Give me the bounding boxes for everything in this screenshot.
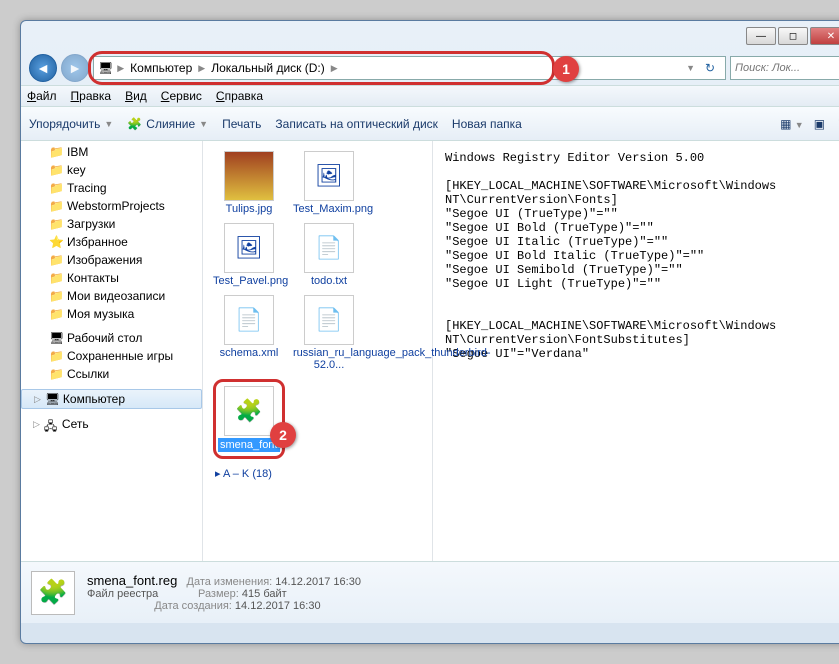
reg-icon: 🧩: [31, 571, 75, 615]
folder-icon: 📁: [49, 199, 63, 213]
newfolder-button[interactable]: Новая папка: [452, 117, 522, 131]
chevron-right-icon: ▶: [117, 63, 124, 74]
image-icon: 🖼: [224, 223, 274, 273]
details-pane: 🧩 smena_font.reg Дата изменения: 14.12.2…: [21, 561, 839, 623]
network-icon: 🖧: [44, 417, 58, 431]
menu-bar: Файл Правка Вид Сервис Справка: [21, 85, 839, 107]
image-icon: 🖼: [304, 151, 354, 201]
folder-icon: 📁: [49, 349, 63, 363]
tree-item[interactable]: 📁Ссылки: [21, 365, 202, 383]
merge-button[interactable]: 🧩Слияние ▼: [127, 117, 208, 131]
organize-button[interactable]: Упорядочить ▼: [29, 117, 113, 131]
close-button[interactable]: ✕: [810, 27, 839, 45]
merge-icon: 🧩: [127, 117, 142, 131]
search-input[interactable]: [730, 56, 839, 80]
content-area: 📁IBM 📁key 📁Tracing 📁WebstormProjects 📁За…: [21, 141, 839, 561]
tree-network[interactable]: ▷ 🖧Сеть: [21, 415, 202, 433]
folder-icon: 📁: [49, 307, 63, 321]
breadcrumb-disk[interactable]: Локальный диск (D:): [209, 61, 327, 75]
forward-button[interactable]: ►: [61, 54, 89, 82]
menu-file[interactable]: Файл: [27, 89, 57, 103]
nav-tree[interactable]: 📁IBM 📁key 📁Tracing 📁WebstormProjects 📁За…: [21, 141, 203, 561]
tree-item[interactable]: 📁Контакты: [21, 269, 202, 287]
tree-item[interactable]: 📁Изображения: [21, 251, 202, 269]
tree-item[interactable]: 📁IBM: [21, 143, 202, 161]
address-bar[interactable]: 🖥 ▶ Компьютер ▶ Локальный диск (D:) ▶ 1 …: [93, 56, 726, 80]
file-item[interactable]: 📄schema.xml: [213, 295, 285, 371]
folder-icon: 📁: [49, 289, 63, 303]
folder-icon: 📁: [49, 163, 63, 177]
menu-help[interactable]: Справка: [216, 89, 263, 103]
view-options-button[interactable]: ▦ ▼: [780, 117, 804, 131]
callout-1: 1: [553, 56, 579, 82]
computer-icon: 🖥: [98, 61, 113, 75]
tree-item[interactable]: 📁Моя музыка: [21, 305, 202, 323]
reg-icon: 🧩: [224, 386, 274, 436]
tree-item[interactable]: ⭐Избранное: [21, 233, 202, 251]
tree-item[interactable]: 📁key: [21, 161, 202, 179]
chevron-right-icon: ▶: [331, 63, 338, 74]
tree-item[interactable]: 📁WebstormProjects: [21, 197, 202, 215]
file-item[interactable]: Tulips.jpg: [213, 151, 285, 215]
folder-icon: 📁: [49, 181, 63, 195]
tree-item[interactable]: 📁Tracing: [21, 179, 202, 197]
titlebar[interactable]: — ◻ ✕: [21, 21, 839, 51]
tree-item[interactable]: 📁Загрузки: [21, 215, 202, 233]
back-button[interactable]: ◄: [29, 54, 57, 82]
file-item[interactable]: 🖼Test_Maxim.png: [293, 151, 365, 215]
explorer-window: — ◻ ✕ ◄ ► 🖥 ▶ Компьютер ▶ Локальный диск…: [20, 20, 839, 644]
tree-computer[interactable]: ▷ 🖥Компьютер: [21, 389, 202, 409]
menu-edit[interactable]: Правка: [71, 89, 112, 103]
nav-bar: ◄ ► 🖥 ▶ Компьютер ▶ Локальный диск (D:) …: [21, 51, 839, 85]
help-button[interactable]: ❔: [835, 117, 839, 131]
folder-icon: 📁: [49, 253, 63, 267]
file-item[interactable]: 🖼Test_Pavel.png: [213, 223, 285, 287]
refresh-button[interactable]: ↻: [699, 61, 721, 75]
star-icon: ⭐: [49, 235, 63, 249]
file-item[interactable]: 📄russian_ru_language_pack_thunderbird-52…: [293, 295, 365, 371]
minimize-button[interactable]: —: [746, 27, 776, 45]
xml-icon: 📄: [224, 295, 274, 345]
folder-icon: 📁: [49, 145, 63, 159]
chevron-right-icon: ▶: [198, 63, 205, 74]
folder-icon: 📁: [49, 271, 63, 285]
file-icon: 📄: [304, 295, 354, 345]
tree-item[interactable]: 📁Мои видеозаписи: [21, 287, 202, 305]
folder-icon: 📁: [49, 367, 63, 381]
image-icon: [224, 151, 274, 201]
maximize-button[interactable]: ◻: [778, 27, 808, 45]
dropdown-icon[interactable]: ▼: [686, 63, 695, 73]
preview-pane-button[interactable]: ▣: [814, 117, 825, 131]
computer-icon: 🖥: [45, 392, 59, 406]
details-filename: smena_font.reg: [87, 573, 177, 588]
preview-pane: Windows Registry Editor Version 5.00 [HK…: [433, 141, 839, 561]
folder-icon: 📁: [49, 217, 63, 231]
menu-view[interactable]: Вид: [125, 89, 147, 103]
callout-2: 2: [270, 422, 296, 448]
details-filetype: Файл реестра: [87, 588, 158, 600]
file-item-selected[interactable]: 🧩 smena_font.reg 2: [213, 379, 285, 459]
toolbar: Упорядочить ▼ 🧩Слияние ▼ Печать Записать…: [21, 107, 839, 141]
group-header[interactable]: ▸ A – K (18): [209, 463, 426, 480]
text-icon: 📄: [304, 223, 354, 273]
burn-button[interactable]: Записать на оптический диск: [275, 117, 438, 131]
file-item[interactable]: 📄todo.txt: [293, 223, 365, 287]
tree-item[interactable]: 🖥Рабочий стол: [21, 329, 202, 347]
desktop-icon: 🖥: [49, 331, 63, 345]
menu-service[interactable]: Сервис: [161, 89, 202, 103]
print-button[interactable]: Печать: [222, 117, 261, 131]
file-list[interactable]: Tulips.jpg 🖼Test_Maxim.png 🖼Test_Pavel.p…: [203, 141, 433, 561]
tree-item[interactable]: 📁Сохраненные игры: [21, 347, 202, 365]
breadcrumb-computer[interactable]: Компьютер: [128, 61, 194, 75]
